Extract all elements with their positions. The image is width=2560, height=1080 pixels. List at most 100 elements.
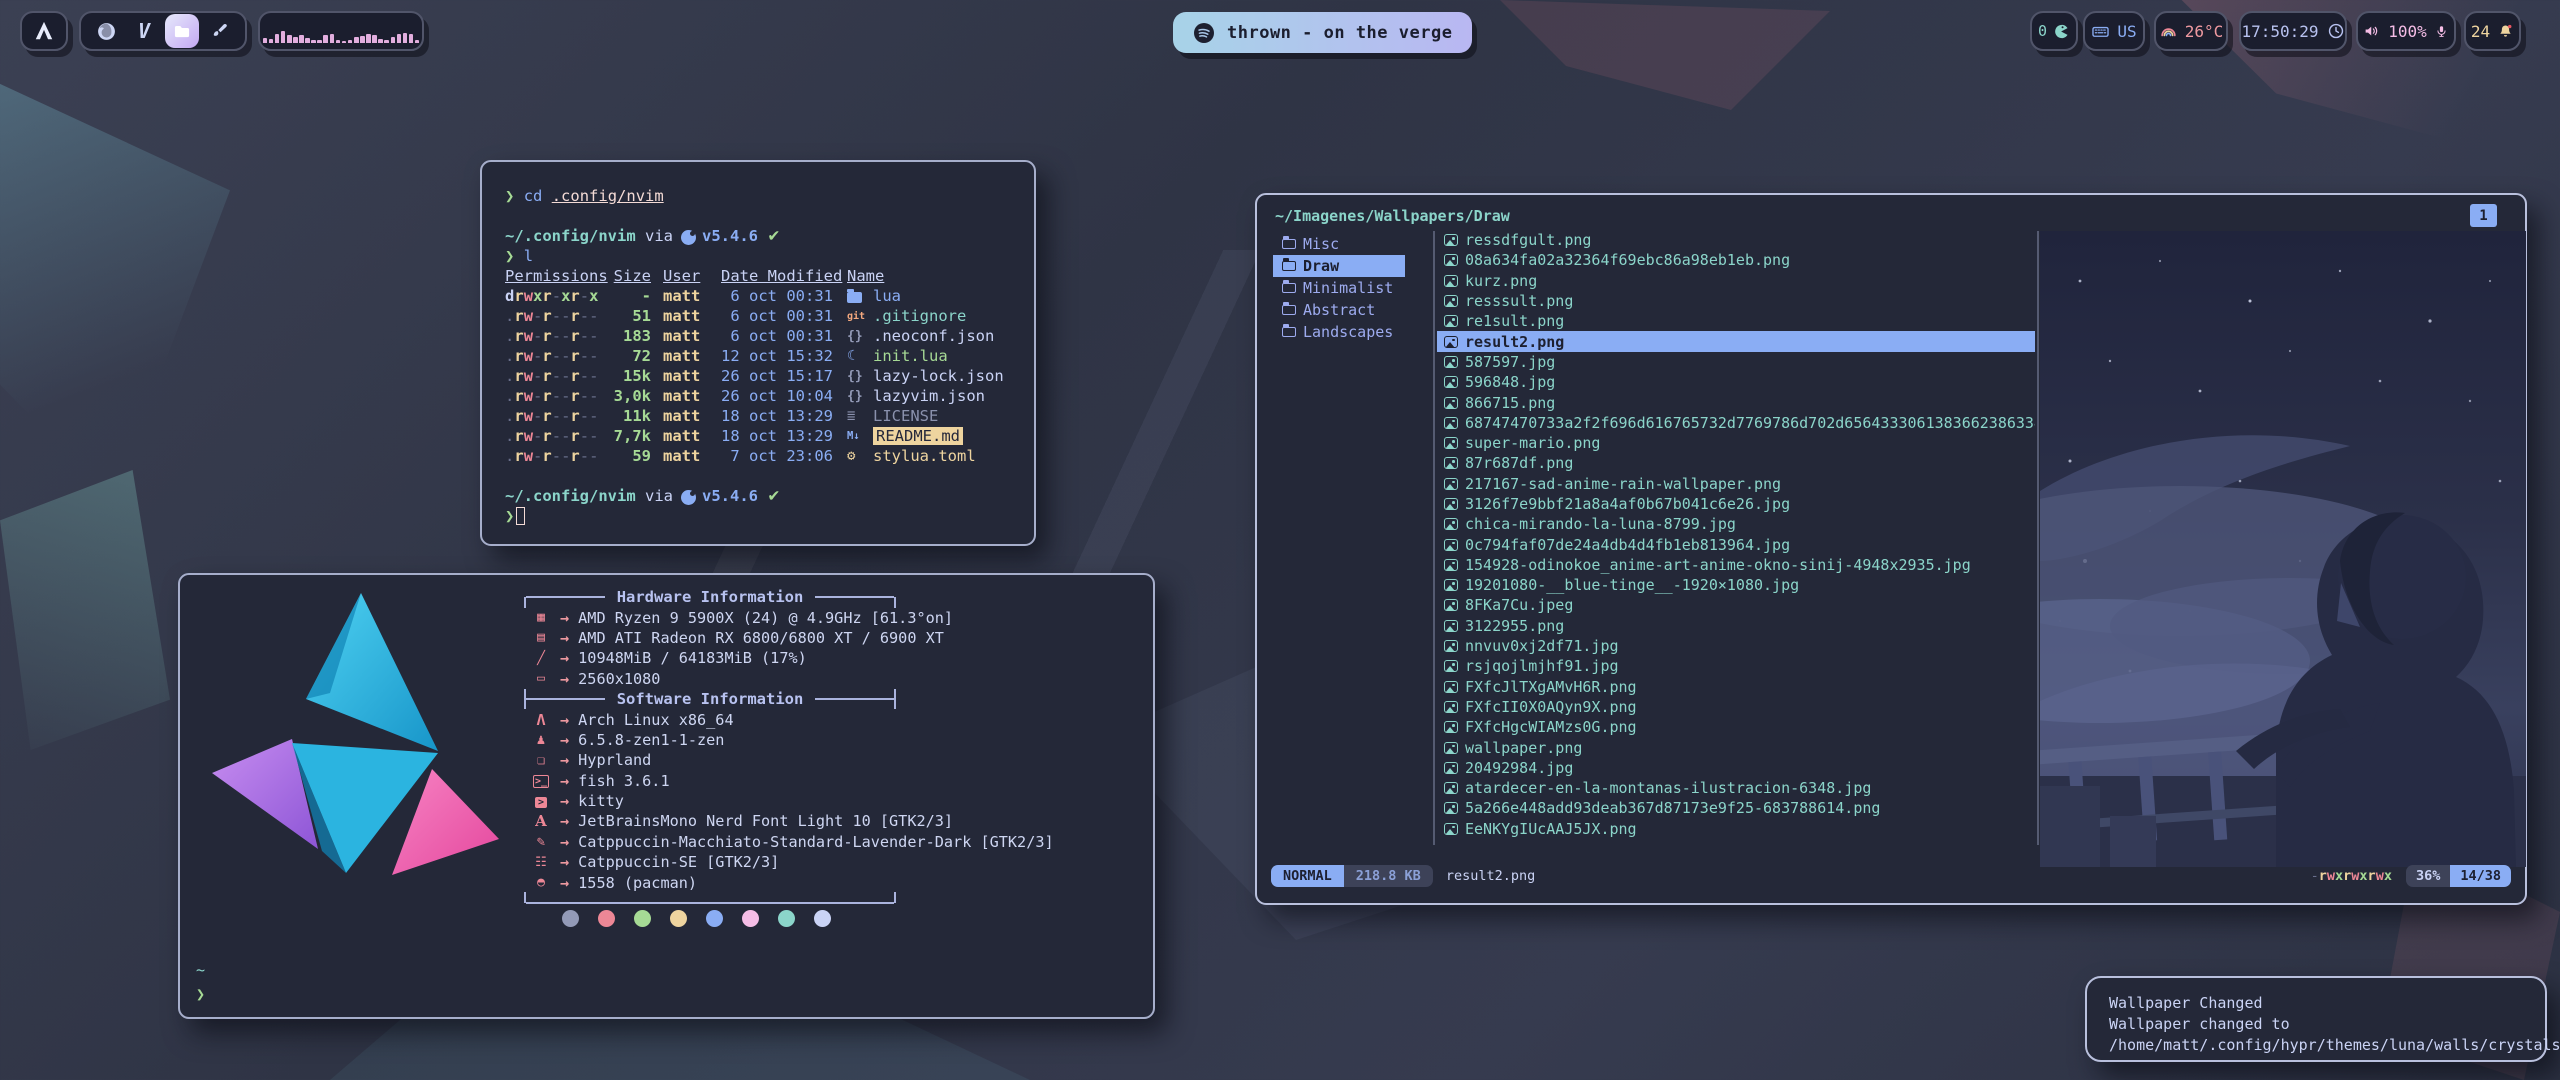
file-list-item[interactable]: 19201080-__blue-tinge__-1920×1080.jpg <box>1437 575 2035 595</box>
info-row: 2560x1080 <box>524 669 1164 689</box>
notifications-count: 24 <box>2471 22 2490 41</box>
file-list-item[interactable]: ressdfgult.png <box>1437 230 2035 250</box>
sidebar-folder-item[interactable]: Abstract <box>1273 299 1405 321</box>
palette-dot <box>634 910 651 927</box>
file-list-item[interactable]: result2.png <box>1437 331 2035 351</box>
visualizer-bar <box>409 34 414 43</box>
software-icon <box>524 732 558 748</box>
clock-pill[interactable]: 17:50:29 <box>2239 11 2347 51</box>
arrow-icon <box>560 792 569 810</box>
audio-pill[interactable]: 100% <box>2356 11 2456 51</box>
file-list-item[interactable]: 87r687df.png <box>1437 453 2035 473</box>
file-list-item[interactable]: 217167-sad-anime-rain-wallpaper.png <box>1437 474 2035 494</box>
file-type-icon <box>847 369 863 384</box>
launcher-button[interactable] <box>20 11 68 51</box>
arrow-icon <box>560 731 569 749</box>
file-list-item[interactable]: EeNKYgIUcAAJ5JX.png <box>1437 819 2035 839</box>
now-playing-pill[interactable]: thrown - on the verge <box>1173 12 1472 53</box>
file-manager-icon[interactable] <box>165 14 199 48</box>
file-list-item[interactable]: 866715.png <box>1437 392 2035 412</box>
file-list-item[interactable]: FXfcJlTXgAMvH6R.png <box>1437 677 2035 697</box>
file-list-item[interactable]: FXfcII0X0AQyn9X.png <box>1437 697 2035 717</box>
mode-badge: NORMAL <box>1271 865 1344 887</box>
file-size: 72 <box>605 347 651 365</box>
audio-visualizer[interactable] <box>258 11 424 51</box>
image-file-icon <box>1444 701 1458 713</box>
tab-badge[interactable]: 1 <box>2470 204 2497 227</box>
file-name: init.lua <box>873 347 948 365</box>
keyboard-layout-pill[interactable]: US <box>2083 11 2145 51</box>
file-owner: matt <box>663 287 713 305</box>
sidebar-folder-item[interactable]: Misc <box>1273 233 1405 255</box>
sidebar-folder-item[interactable]: Landscapes <box>1273 321 1405 343</box>
file-type-icon <box>847 348 855 364</box>
file-list-item[interactable]: 3126f7e9bbf21a8a4af0b67b041c6e26.jpg <box>1437 494 2035 514</box>
image-file-icon <box>1444 234 1458 246</box>
file-list-item[interactable]: nnvuv0xj2df71.jpg <box>1437 636 2035 656</box>
arch-logo-icon <box>33 20 55 42</box>
pane-divider <box>2037 231 2039 845</box>
shell-prompt[interactable]: ❯ <box>196 985 205 1003</box>
vim-icon[interactable]: V <box>127 14 161 48</box>
notification-toast[interactable]: Wallpaper Changed Wallpaper changed to /… <box>2085 976 2547 1062</box>
file-permissions: .rw-r--r-- <box>505 387 605 405</box>
file-list-item[interactable]: super-mario.png <box>1437 433 2035 453</box>
file-date: 6 oct 00:31 <box>721 327 847 345</box>
file-date: 6 oct 00:31 <box>721 307 847 325</box>
notifications-pill[interactable]: 24 <box>2464 11 2521 51</box>
weather-pill[interactable]: 26°C <box>2154 11 2228 51</box>
file-list-item[interactable]: 68747470733a2f2f696d616765732d7769786d70… <box>1437 413 2035 433</box>
terminal-prompt-line[interactable]: ❯ <box>505 506 1034 526</box>
info-value: Catppuccin-SE [GTK2/3] <box>578 853 779 871</box>
file-list-item[interactable]: 8FKa7Cu.jpeg <box>1437 595 2035 615</box>
fetch-window[interactable]: Hardware Information AMD Ryzen 9 5900X (… <box>178 573 1155 1019</box>
file-date: 26 oct 15:17 <box>721 367 847 385</box>
file-list-item[interactable]: 5a266e448add93deab367d87173e9f25-6837886… <box>1437 798 2035 818</box>
info-value: kitty <box>578 792 624 810</box>
file-type-icon <box>847 292 862 303</box>
sidebar-folder-item[interactable]: Draw <box>1273 255 1405 277</box>
file-manager-window[interactable]: ~/Imagenes/Wallpapers/Draw 1 Misc Draw M… <box>1255 193 2527 905</box>
now-playing-title: thrown - on the verge <box>1227 23 1452 43</box>
file-list-item[interactable]: 3122955.png <box>1437 616 2035 636</box>
file-list-item[interactable]: 596848.jpg <box>1437 372 2035 392</box>
visualizer-bar <box>348 40 353 43</box>
file-table-row: .rw-r--r-- 7,7k matt 18 oct 13:29 README… <box>505 426 1034 446</box>
visualizer-bar <box>269 39 274 43</box>
file-list-item[interactable]: chica-mirando-la-luna-8799.jpg <box>1437 514 2035 534</box>
file-name: lazyvim.json <box>873 387 985 405</box>
sidebar-folder-item[interactable]: Minimalist <box>1273 277 1405 299</box>
file-list-item[interactable]: resssult.png <box>1437 291 2035 311</box>
file-list-item[interactable]: FXfcHgcWIAMzs0G.png <box>1437 717 2035 737</box>
file-list-item[interactable]: 154928-odinokoe_anime-art-anime-okno-sin… <box>1437 555 2035 575</box>
updates-pill[interactable]: 0 <box>2030 11 2078 51</box>
file-list-item[interactable]: atardecer-en-la-montanas-ilustracion-634… <box>1437 778 2035 798</box>
folder-label: Draw <box>1303 257 1339 275</box>
file-list-item[interactable]: re1sult.png <box>1437 311 2035 331</box>
wallpaper-shard <box>0 470 170 750</box>
terminal-window[interactable]: ❯ cd .config/nvim ~/.config/nvim viav5.4… <box>480 160 1036 546</box>
file-list-item[interactable]: wallpaper.png <box>1437 737 2035 757</box>
file-list-item[interactable]: 20492984.jpg <box>1437 758 2035 778</box>
visualizer-bar <box>403 33 408 43</box>
file-list-item[interactable]: kurz.png <box>1437 271 2035 291</box>
file-list-item[interactable]: rsjqojlmjhf91.jpg <box>1437 656 2035 676</box>
arrow-icon <box>560 751 569 769</box>
terminal-content: ❯ cd .config/nvim ~/.config/nvim viav5.4… <box>482 162 1034 526</box>
file-list-item[interactable]: 08a634fa02a32364f69ebc86a98eb1eb.png <box>1437 250 2035 270</box>
palette-dot <box>778 910 795 927</box>
visualizer-bar <box>360 36 365 43</box>
file-size: 3,0k <box>605 387 651 405</box>
paint-icon[interactable] <box>203 14 237 48</box>
file-list-item[interactable]: 587597.jpg <box>1437 352 2035 372</box>
hardware-icon <box>524 610 558 625</box>
file-list-item[interactable]: 0c794faf07de24a4db4d4fb1eb813964.jpg <box>1437 534 2035 554</box>
arrow-icon <box>560 629 569 647</box>
arrow-icon <box>560 833 569 851</box>
terminal-command-line: ❯ l <box>505 246 1034 266</box>
software-icon <box>524 753 558 768</box>
file-name: resssult.png <box>1465 292 1573 310</box>
file-date: 26 oct 10:04 <box>721 387 847 405</box>
firefox-icon[interactable] <box>89 14 123 48</box>
file-size: 15k <box>605 367 651 385</box>
